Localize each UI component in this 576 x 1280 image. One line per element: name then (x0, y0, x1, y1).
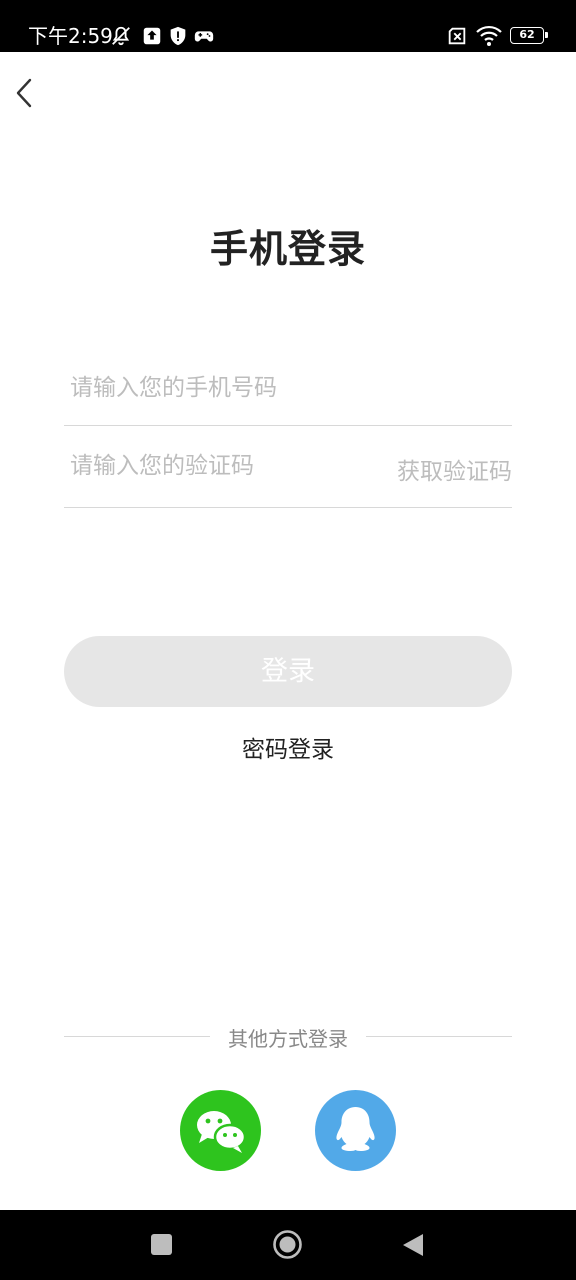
battery-level: 62 (519, 28, 535, 41)
gamepad-icon (194, 31, 214, 42)
shield-alert-icon (170, 26, 186, 46)
verification-code-input[interactable] (70, 448, 370, 484)
qq-login-button[interactable] (315, 1090, 396, 1171)
sim-off-icon (448, 27, 466, 45)
phone-field (64, 350, 512, 426)
other-login-label: 其他方式登录 (228, 1027, 348, 1051)
status-bar: 下午2:59 62 (0, 0, 576, 52)
wifi-icon (476, 25, 502, 46)
navigation-bar (0, 1210, 576, 1280)
upload-icon (143, 27, 161, 45)
qq-icon (336, 1107, 375, 1151)
verification-code-field: 获取验证码 (64, 428, 512, 508)
get-code-button[interactable]: 获取验证码 (397, 452, 512, 486)
phone-input[interactable] (70, 370, 370, 406)
login-button[interactable]: 登录 (64, 636, 512, 707)
nav-back-button[interactable] (401, 1232, 425, 1258)
chevron-left-icon[interactable] (10, 74, 42, 112)
password-login-link[interactable]: 密码登录 (0, 730, 576, 764)
battery-icon: 62 (510, 27, 548, 44)
notifications-off-icon (112, 26, 130, 46)
divider-right (366, 1036, 512, 1037)
wechat-login-button[interactable] (180, 1090, 261, 1171)
wechat-icon (197, 1111, 247, 1153)
page-title: 手机登录 (209, 227, 366, 271)
status-time: 下午2:59 (28, 24, 113, 48)
recent-apps-button[interactable] (151, 1234, 172, 1255)
home-button[interactable] (272, 1229, 303, 1260)
